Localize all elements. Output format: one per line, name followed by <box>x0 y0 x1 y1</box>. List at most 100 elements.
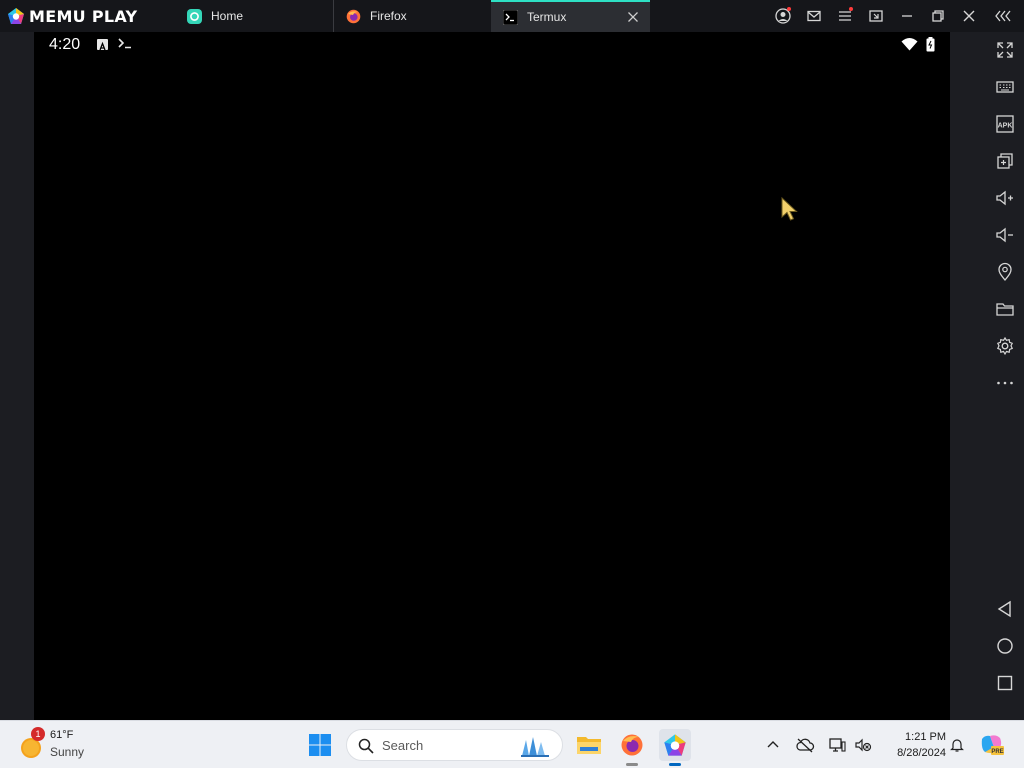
apk-icon: APK <box>996 115 1014 133</box>
back-icon <box>997 600 1011 618</box>
mouse-cursor-icon <box>781 196 799 228</box>
tab-firefox[interactable]: Firefox <box>333 0 491 32</box>
taskbar-memu[interactable] <box>659 729 691 766</box>
volume-down-icon <box>996 227 1013 243</box>
shared-folder-button[interactable] <box>992 296 1018 322</box>
show-hidden-icons-button[interactable] <box>762 721 784 768</box>
clock-time: 1:21 PM <box>905 731 946 743</box>
volume-up-button[interactable] <box>992 185 1018 211</box>
more-icon <box>997 381 1013 385</box>
search-placeholder: Search <box>382 738 424 753</box>
copilot-button[interactable]: PRE <box>978 721 1006 768</box>
weather-temperature: 61°F <box>50 729 74 741</box>
firefox-running-indicator <box>626 763 638 766</box>
android-home-button[interactable] <box>992 633 1018 659</box>
a-icon <box>97 39 108 51</box>
weather-description: Sunny <box>50 745 85 759</box>
emulator-side-toolbar: APK <box>986 32 1024 720</box>
multi-instance-icon <box>997 153 1013 169</box>
memu-taskbar-icon <box>664 734 686 756</box>
mail-icon <box>806 10 821 22</box>
tab-close-icon[interactable] <box>625 9 641 25</box>
onedrive-tray-button[interactable] <box>793 721 817 768</box>
settings-icon <box>996 336 1014 356</box>
android-screen[interactable]: 4:20 <box>34 32 950 720</box>
tab-termux[interactable]: Termux <box>491 0 650 32</box>
taskbar-firefox[interactable] <box>616 729 648 766</box>
collapse-sidebar-button[interactable] <box>984 0 1024 32</box>
memu-logo-icon <box>8 8 24 24</box>
window-mode-button[interactable] <box>860 0 891 32</box>
android-status-bar: 4:20 <box>34 32 950 58</box>
tab-termux-label: Termux <box>527 10 567 24</box>
apk-label: APK <box>998 123 1013 130</box>
restore-icon <box>931 10 944 22</box>
android-clock: 4:20 <box>49 36 81 53</box>
file-explorer-icon <box>577 737 601 754</box>
taskbar-file-explorer[interactable] <box>573 729 605 761</box>
weather-widget[interactable]: 1 61°F Sunny <box>18 727 108 763</box>
account-notification-dot <box>787 7 791 11</box>
restore-button[interactable] <box>922 0 953 32</box>
taskbar-search-box[interactable]: Search <box>346 729 563 761</box>
menu-notification-dot <box>849 7 853 11</box>
firefox-icon <box>346 9 361 24</box>
display-tray-button[interactable] <box>825 721 849 768</box>
minimize-button[interactable] <box>891 0 922 32</box>
fullscreen-icon <box>997 42 1013 58</box>
folder-icon <box>996 303 1014 316</box>
notifications-button[interactable] <box>946 721 968 768</box>
menu-button[interactable] <box>829 0 860 32</box>
copilot-pre-label: PRE <box>991 749 1003 755</box>
wifi-icon <box>901 37 918 56</box>
window-mode-icon <box>868 10 883 22</box>
more-button[interactable] <box>992 370 1018 396</box>
tab-home-label: Home <box>211 9 244 23</box>
start-button[interactable] <box>304 729 336 761</box>
fullscreen-button[interactable] <box>992 37 1018 63</box>
terminal-icon <box>118 37 132 52</box>
network-volume-tray-button[interactable] <box>851 721 875 768</box>
keyboard-button[interactable] <box>992 74 1018 100</box>
settings-button[interactable] <box>992 333 1018 359</box>
location-icon <box>998 262 1012 282</box>
bell-icon <box>950 739 964 752</box>
android-back-button[interactable] <box>992 596 1018 622</box>
location-button[interactable] <box>992 259 1018 285</box>
taskbar-clock[interactable]: 1:21 PM 8/28/2024 <box>880 729 946 761</box>
close-icon <box>963 10 974 22</box>
volume-down-button[interactable] <box>992 222 1018 248</box>
windows-taskbar: 1 61°F Sunny Search 1:21 PM 8/28/2024 PR… <box>0 720 1024 768</box>
search-icon <box>358 738 374 754</box>
termux-icon <box>503 9 518 25</box>
memu-logo: MEMU PLAY <box>0 0 175 32</box>
emulator-left-frame <box>0 32 34 720</box>
close-button[interactable] <box>953 0 984 32</box>
emulator-right-frame <box>950 32 986 720</box>
chevron-up-icon <box>767 741 779 748</box>
home-icon <box>997 638 1013 654</box>
multi-instance-button[interactable] <box>992 148 1018 174</box>
mail-button[interactable] <box>798 0 829 32</box>
android-recents-button[interactable] <box>992 670 1018 696</box>
cloud-offline-icon <box>796 738 815 753</box>
clock-date: 8/28/2024 <box>897 747 946 759</box>
recents-icon <box>997 675 1013 691</box>
keyboard-icon <box>996 81 1014 93</box>
triple-chevron-left-icon <box>995 10 1011 22</box>
tab-home[interactable]: Home <box>175 0 333 32</box>
display-icon <box>829 738 846 752</box>
firefox-taskbar-icon <box>621 734 643 756</box>
memu-brand-text: MEMU PLAY <box>29 6 138 26</box>
windows-logo-icon <box>309 734 331 756</box>
apk-install-button[interactable]: APK <box>992 111 1018 137</box>
account-button[interactable] <box>767 0 798 32</box>
search-highlight-icon <box>521 737 549 757</box>
weather-notification-badge: 1 <box>31 727 45 741</box>
volume-up-icon <box>996 190 1013 206</box>
copilot-icon: PRE <box>981 735 1004 755</box>
minimize-icon <box>901 15 912 17</box>
home-app-icon <box>187 8 202 24</box>
tab-firefox-label: Firefox <box>370 9 407 23</box>
emulator-titlebar: MEMU PLAY Home Firefox Termux <box>0 0 1024 32</box>
